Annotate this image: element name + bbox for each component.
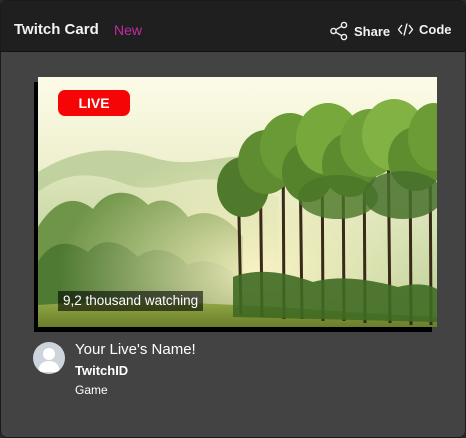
share-icon [329,21,349,41]
stream-title[interactable]: Your Live's Name! [75,341,196,358]
stream-thumbnail[interactable]: LIVE 9,2 thousand watching [38,77,437,327]
share-button[interactable]: Share [329,21,390,41]
card-header: Twitch Card New Share Code [1,1,465,52]
share-label: Share [354,23,391,39]
live-badge: LIVE [58,90,130,116]
channel-avatar[interactable] [33,342,65,374]
new-badge: New [114,22,143,38]
code-label: Code [419,22,452,37]
game-name[interactable]: Game [75,383,108,397]
code-icon [397,21,414,38]
user-avatar-icon [38,348,60,372]
viewer-count: 9,2 thousand watching [58,291,204,311]
card-title: Twitch Card [14,21,99,38]
channel-name[interactable]: TwitchID [75,363,128,378]
code-button[interactable]: Code [397,21,452,38]
twitch-card: Twitch Card New Share Code LIVE 9,2 thou… [0,0,466,438]
